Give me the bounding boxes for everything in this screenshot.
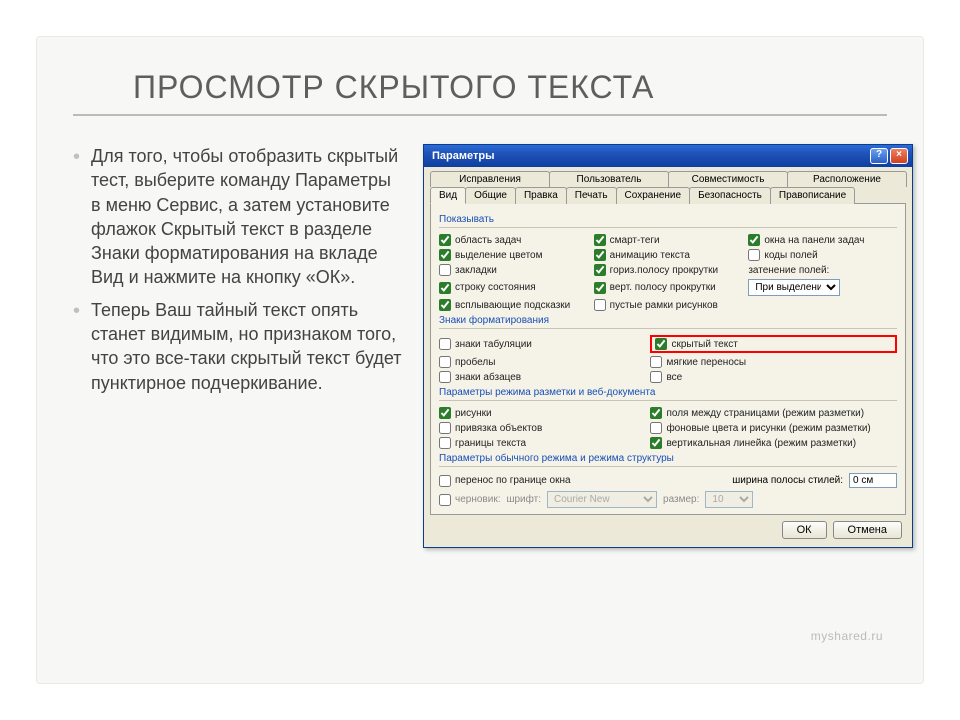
options-dialog: Параметры ? × Исправления Пользователь С… <box>423 144 913 548</box>
close-button[interactable]: × <box>890 148 908 164</box>
titlebar-buttons: ? × <box>870 148 908 164</box>
checkbox-statusbar[interactable]: строку состояния <box>439 279 588 296</box>
label-style-width: ширина полосы стилей: <box>732 475 843 486</box>
title-wrap: ПРОСМОТР СКРЫТОГО ТЕКСТА <box>73 37 887 116</box>
group-layout-title: Параметры режима разметки и веб-документ… <box>439 387 897 398</box>
checkbox-hscroll[interactable]: гориз.полосу прокрутки <box>594 264 743 276</box>
checkbox-hidden-text[interactable]: скрытый текст <box>655 338 892 350</box>
checkbox-vert-ruler[interactable]: вертикальная линейка (режим разметки) <box>650 437 897 449</box>
dialog-footer: ОК Отмена <box>430 515 906 539</box>
row-wrap-stylewidth: перенос по границе окна ширина полосы ст… <box>439 473 897 488</box>
select-draft-size: 10 <box>705 491 753 508</box>
label-field-shading: затенение полей: <box>748 264 897 276</box>
tab-row-top: Исправления Пользователь Совместимость Р… <box>430 171 906 187</box>
select-draft-font: Courier New <box>547 491 657 508</box>
bullet-list: Для того, чтобы отобразить скрытый тест,… <box>73 144 403 395</box>
tab-spelling[interactable]: Правописание <box>770 187 855 204</box>
group-show: область задач смарт-теги окна на панели … <box>439 234 897 311</box>
group-marks-title: Знаки форматирования <box>439 315 897 326</box>
tab-user[interactable]: Пользователь <box>549 171 669 187</box>
checkbox-soft-hyphen[interactable]: мягкие переносы <box>650 356 897 368</box>
group-normal-title: Параметры обычного режима и режима струк… <box>439 453 897 464</box>
checkbox-paragraph-marks[interactable]: знаки абзацев <box>439 371 644 383</box>
tab-location[interactable]: Расположение <box>787 171 907 187</box>
watermark: myshared.ru <box>811 629 883 643</box>
tab-security[interactable]: Безопасность <box>689 187 771 204</box>
tab-general[interactable]: Общие <box>465 187 516 204</box>
tab-view[interactable]: Вид <box>430 187 466 204</box>
ok-button[interactable]: ОК <box>782 521 827 539</box>
tab-content-view: Показывать область задач смарт-теги окна… <box>430 203 906 515</box>
tab-print[interactable]: Печать <box>566 187 617 204</box>
checkbox-anchors[interactable]: привязка объектов <box>439 422 644 434</box>
slide-body: Для того, чтобы отобразить скрытый тест,… <box>73 116 887 548</box>
checkbox-empty-picture-frames[interactable]: пустые рамки рисунков <box>594 299 743 311</box>
checkbox-field-codes[interactable]: коды полей <box>748 249 897 261</box>
checkbox-text-boundaries[interactable]: границы текста <box>439 437 644 449</box>
bullet-item: Теперь Ваш тайный текст опять станет вид… <box>73 298 403 395</box>
tab-save[interactable]: Сохранение <box>616 187 691 204</box>
checkbox-taskbar-windows[interactable]: окна на панели задач <box>748 234 897 246</box>
tab-corrections[interactable]: Исправления <box>430 171 550 187</box>
label-font: шрифт: <box>506 494 541 505</box>
checkbox-drawings[interactable]: рисунки <box>439 407 644 419</box>
bullet-column: Для того, чтобы отобразить скрытый тест,… <box>73 144 403 548</box>
checkbox-smarttags[interactable]: смарт-теги <box>594 234 743 246</box>
group-show-title: Показывать <box>439 214 897 225</box>
checkbox-vscroll[interactable]: верт. полосу прокрутки <box>594 279 743 296</box>
checkbox-page-fields[interactable]: поля между страницами (режим разметки) <box>650 407 897 419</box>
select-field-shading[interactable]: При выделении <box>748 279 840 296</box>
slide: ПРОСМОТР СКРЫТОГО ТЕКСТА Для того, чтобы… <box>36 36 924 684</box>
help-button[interactable]: ? <box>870 148 888 164</box>
checkbox-taskpane[interactable]: область задач <box>439 234 588 246</box>
slide-title: ПРОСМОТР СКРЫТОГО ТЕКСТА <box>133 69 887 106</box>
checkbox-wrap-window[interactable]: перенос по границе окна <box>439 475 571 487</box>
cancel-button[interactable]: Отмена <box>833 521 902 539</box>
checkbox-bg-colors[interactable]: фоновые цвета и рисунки (режим разметки) <box>650 422 897 434</box>
checkbox-tab-chars[interactable]: знаки табуляции <box>439 335 644 353</box>
group-layout: рисунки поля между страницами (режим раз… <box>439 407 897 449</box>
group-marks: знаки табуляции скрытый текст пробелы мя… <box>439 335 897 383</box>
input-style-width[interactable] <box>849 473 897 488</box>
tab-compat[interactable]: Совместимость <box>668 171 788 187</box>
checkbox-animation[interactable]: анимацию текста <box>594 249 743 261</box>
tab-row-bottom: Вид Общие Правка Печать Сохранение Безоп… <box>430 187 906 204</box>
checkbox-spaces[interactable]: пробелы <box>439 356 644 368</box>
checkbox-bookmarks[interactable]: закладки <box>439 264 588 276</box>
screenshot-column: Параметры ? × Исправления Пользователь С… <box>423 144 913 548</box>
dialog-titlebar[interactable]: Параметры ? × <box>424 145 912 167</box>
checkbox-all-marks[interactable]: все <box>650 371 897 383</box>
hidden-text-highlight: скрытый текст <box>650 335 897 353</box>
bullet-item: Для того, чтобы отобразить скрытый тест,… <box>73 144 403 290</box>
row-draft: черновик: шрифт: Courier New размер: 10 <box>439 491 897 508</box>
dialog-body: Исправления Пользователь Совместимость Р… <box>424 167 912 547</box>
checkbox-tooltips[interactable]: всплывающие подсказки <box>439 299 588 311</box>
checkbox-highlight[interactable]: выделение цветом <box>439 249 588 261</box>
checkbox-draft[interactable]: черновик: <box>439 494 500 506</box>
tab-edit[interactable]: Правка <box>515 187 567 204</box>
dialog-title: Параметры <box>432 150 494 162</box>
label-size: размер: <box>663 494 699 505</box>
